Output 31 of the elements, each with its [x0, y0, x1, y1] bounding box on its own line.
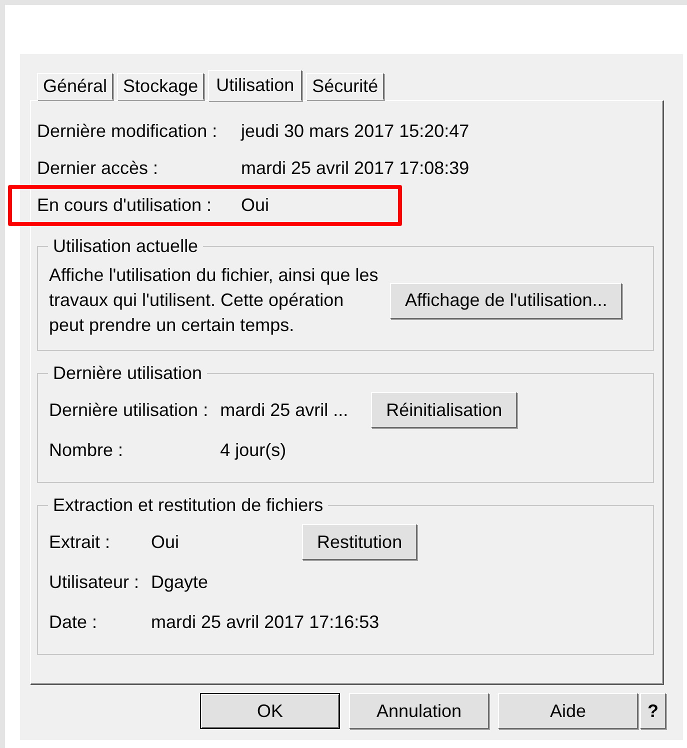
tab[interactable]: Sécurité [306, 73, 384, 100]
dialog-button[interactable]: Annulation [349, 693, 489, 729]
tab[interactable]: Général [37, 73, 114, 100]
show-usage-button[interactable]: Affichage de l'utilisation... [390, 282, 622, 318]
property-label: Dernier accès : [37, 158, 160, 179]
field-value: Oui [151, 532, 180, 552]
group-title: Dernière utilisation [53, 363, 202, 383]
property-label: Dernière modification : [37, 121, 218, 142]
help-button[interactable]: ? [640, 693, 666, 729]
ok-button[interactable]: OK [200, 693, 340, 729]
field-label: Utilisateur : [49, 570, 140, 594]
group-title: Extraction et restitution de fichiers [53, 495, 324, 515]
group-title: Utilisation actuelle [53, 236, 198, 256]
field-label: Extrait : [49, 530, 112, 554]
tab[interactable]: Stockage [117, 73, 204, 100]
field-label: Dernière utilisation : [49, 398, 208, 422]
field-label: Nombre : [49, 438, 124, 462]
property-value: mardi 25 avril 2017 17:08:39 [241, 158, 470, 179]
action-button[interactable]: Restitution [302, 524, 418, 560]
property-value: jeudi 30 mars 2017 15:20:47 [241, 121, 470, 142]
field-value: mardi 25 avril 2017 17:16:53 [151, 612, 380, 632]
field-label: Date : [49, 610, 98, 634]
dialog-button[interactable]: Aide [498, 693, 638, 729]
field-value: 4 jour(s) [220, 440, 288, 460]
property-value: Oui [241, 195, 270, 216]
action-button[interactable]: Réinitialisation [371, 392, 518, 428]
tab[interactable]: Utilisation [208, 70, 302, 101]
field-value: Dgayte [151, 572, 210, 592]
field-value: mardi 25 avril ... [220, 400, 350, 420]
property-label: En cours d'utilisation : [37, 195, 213, 216]
description-text: Affiche l'utilisation du fichier, ainsi que les travaux qui l'utilisent. Cette opération peut prendre un certain temps. [49, 264, 379, 337]
